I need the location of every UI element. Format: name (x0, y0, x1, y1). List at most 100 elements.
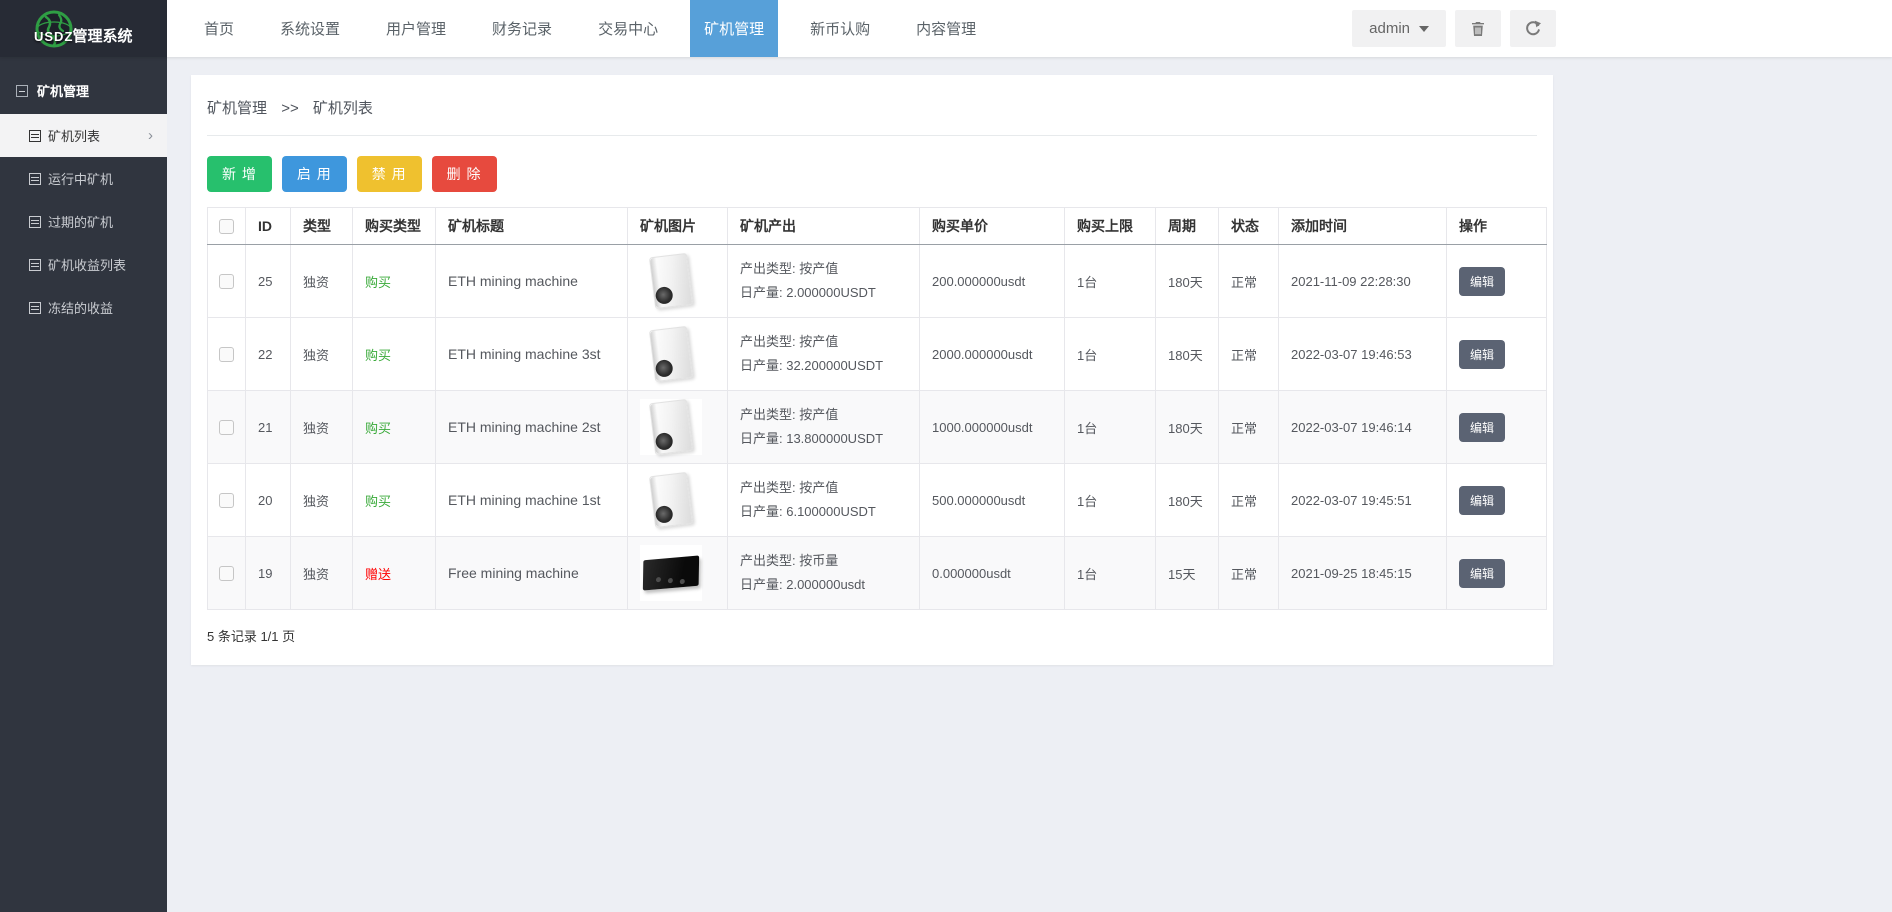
cell-period: 180天 (1155, 317, 1219, 391)
nav-item-finance-records[interactable]: 财务记录 (478, 0, 566, 57)
cell-title: ETH mining machine 2st (435, 390, 628, 464)
nav-item-user-management[interactable]: 用户管理 (372, 0, 460, 57)
column-header: 类型 (290, 207, 353, 245)
cell-title: ETH mining machine (435, 244, 628, 318)
nav-item-miner-management[interactable]: 矿机管理 (690, 0, 779, 57)
edit-button[interactable]: 编辑 (1459, 485, 1506, 515)
row-checkbox[interactable] (219, 420, 234, 436)
cell-buy-type: 赠送 (352, 536, 436, 610)
toolbar: 新 增启 用禁 用删 除 (191, 136, 1553, 207)
cell-buy-type: 购买 (352, 317, 436, 391)
sidebar-item-miner-income-list[interactable]: 矿机收益列表 › (0, 243, 167, 286)
column-header: 操作 (1446, 207, 1547, 245)
cell-price: 500.000000usdt (919, 463, 1065, 537)
daily-output: 日产量: 6.100000USDT (740, 504, 876, 519)
edit-button[interactable]: 编辑 (1459, 266, 1506, 296)
cell-actions: 编辑 (1446, 463, 1547, 537)
miner-image (648, 325, 694, 383)
logo-title: 管理系统 (72, 28, 133, 45)
delete-button[interactable]: 删 除 (431, 156, 497, 192)
edit-button[interactable]: 编辑 (1459, 558, 1506, 588)
list-icon (29, 258, 41, 271)
list-icon (29, 172, 41, 185)
sidebar-item-miner-list[interactable]: 矿机列表 › (0, 114, 167, 157)
list-icon (29, 301, 41, 314)
cell-limit: 1台 (1064, 244, 1156, 318)
cell-added-time: 2022-03-07 19:45:51 (1278, 463, 1447, 537)
cell-period: 180天 (1155, 390, 1219, 464)
column-header: 状态 (1218, 207, 1279, 245)
enable-button[interactable]: 启 用 (281, 156, 347, 192)
table-row: 20 独资 购买 ETH mining machine 1st 产出类型: 按产… (207, 463, 1547, 537)
logout-icon (1525, 20, 1541, 36)
output-type: 产出类型: 按产值 (740, 333, 839, 349)
nav-item-system-settings[interactable]: 系统设置 (266, 0, 354, 57)
cell-price: 200.000000usdt (919, 244, 1065, 318)
sidebar-item-expired-miners[interactable]: 过期的矿机 › (0, 200, 167, 243)
column-header: 购买类型 (352, 207, 436, 245)
app-logo: USDZ 管理系统 (0, 0, 167, 57)
column-header: 添加时间 (1278, 207, 1447, 245)
table-row: 19 独资 赠送 Free mining machine 产出类型: 按币量 日… (207, 536, 1547, 610)
row-checkbox[interactable] (219, 274, 234, 290)
daily-output: 日产量: 2.000000usdt (740, 577, 866, 592)
cell-limit: 1台 (1064, 463, 1156, 537)
row-checkbox[interactable] (219, 566, 234, 582)
cell-id: 21 (245, 390, 291, 464)
sidebar-item-frozen-income[interactable]: 冻结的收益 › (0, 286, 167, 329)
cell-image (627, 463, 728, 537)
cell-buy-type: 购买 (352, 463, 436, 537)
logo-text: USDZ (34, 29, 74, 44)
sidebar: 矿机管理 矿机列表 › 运行中矿机 › 过期的矿机 › 矿机收益列表 › 冻结的… (0, 57, 167, 912)
row-checkbox[interactable] (219, 347, 234, 363)
cell-price: 2000.000000usdt (919, 317, 1065, 391)
cell-status: 正常 (1218, 390, 1279, 464)
cell-image (627, 317, 728, 391)
sidebar-section-label: 矿机管理 (37, 84, 90, 99)
cell-checkbox (207, 463, 246, 537)
table-row: 25 独资 购买 ETH mining machine 产出类型: 按产值 日产… (207, 244, 1547, 318)
cell-added-time: 2022-03-07 19:46:53 (1278, 317, 1447, 391)
logout-button[interactable] (1510, 10, 1556, 47)
cell-actions: 编辑 (1446, 317, 1547, 391)
nav-item-trade-center[interactable]: 交易中心 (584, 0, 672, 57)
breadcrumb-separator: >> (281, 100, 299, 117)
sidebar-item-label: 冻结的收益 (48, 301, 114, 316)
cell-type: 独资 (290, 536, 353, 610)
cell-output: 产出类型: 按产值 日产量: 2.000000USDT (727, 244, 920, 318)
add-button[interactable]: 新 增 (207, 156, 272, 192)
breadcrumb: 矿机管理 >> 矿机列表 (191, 75, 1553, 135)
cell-id: 25 (245, 244, 291, 318)
cell-added-time: 2021-09-25 18:45:15 (1278, 536, 1447, 610)
cell-price: 0.000000usdt (919, 536, 1065, 610)
daily-output: 日产量: 13.800000USDT (740, 431, 884, 446)
cell-status: 正常 (1218, 536, 1279, 610)
sidebar-item-label: 矿机收益列表 (48, 258, 127, 273)
content-card: 矿机管理 >> 矿机列表 新 增启 用禁 用删 除 ID 类型 购买类型 矿机标题 矿机… (191, 75, 1553, 665)
trash-button[interactable] (1455, 10, 1501, 47)
disable-button[interactable]: 禁 用 (356, 156, 422, 192)
output-type: 产出类型: 按产值 (740, 260, 839, 276)
select-all-checkbox[interactable] (219, 219, 234, 235)
miner-table: ID 类型 购买类型 矿机标题 矿机图片 矿机产出 购买单价 购买上限 周期 状态 添加时间 操作 2… (207, 207, 1547, 610)
edit-button[interactable]: 编辑 (1459, 339, 1506, 369)
list-icon (29, 215, 41, 228)
user-menu-button[interactable]: admin (1352, 10, 1446, 47)
cell-price: 1000.000000usdt (919, 390, 1065, 464)
sidebar-item-label: 过期的矿机 (48, 215, 114, 230)
cell-type: 独资 (290, 244, 353, 318)
sidebar-item-running-miners[interactable]: 运行中矿机 › (0, 157, 167, 200)
cell-period: 180天 (1155, 244, 1219, 318)
sidebar-section-header[interactable]: 矿机管理 (0, 57, 167, 114)
nav-item-new-coin-subscription[interactable]: 新币认购 (796, 0, 884, 57)
edit-button[interactable]: 编辑 (1459, 412, 1506, 442)
sidebar-menu: 矿机列表 › 运行中矿机 › 过期的矿机 › 矿机收益列表 › 冻结的收益 › (0, 114, 167, 329)
cell-added-time: 2021-11-09 22:28:30 (1278, 244, 1447, 318)
sidebar-item-label: 矿机列表 (48, 129, 101, 144)
main-content: 矿机管理 >> 矿机列表 新 增启 用禁 用删 除 ID 类型 购买类型 矿机标题 矿机… (167, 57, 1892, 912)
collapse-minus-icon (16, 84, 28, 97)
nav-item-home[interactable]: 首页 (190, 0, 248, 57)
column-header: 矿机标题 (435, 207, 628, 245)
nav-item-content-management[interactable]: 内容管理 (902, 0, 990, 57)
row-checkbox[interactable] (219, 493, 234, 509)
